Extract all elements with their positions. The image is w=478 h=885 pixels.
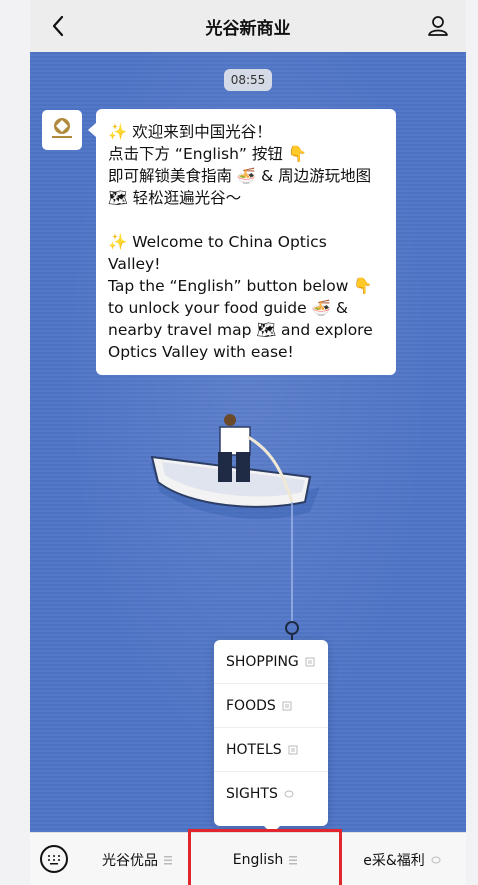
tab-label: e采&福利 [363, 852, 425, 869]
mini-program-icon [288, 745, 298, 755]
menu-lines-icon [164, 855, 172, 865]
mini-program-icon [282, 701, 292, 711]
message-time: 08:55 [224, 69, 272, 91]
menu-item-sights[interactable]: SIGHTS [214, 772, 328, 816]
menu-item-label: FOODS [226, 697, 276, 714]
menu-item-shopping[interactable]: SHOPPING [214, 640, 328, 684]
tab-ecai-fuli[interactable]: e采&福利 [338, 833, 466, 885]
keyboard-icon [48, 855, 60, 865]
person-icon [428, 16, 448, 36]
page-title: 光谷新商业 [205, 18, 291, 39]
menu-item-label: SIGHTS [226, 786, 278, 802]
chat-bubble-icon [284, 789, 294, 799]
chat-area: 08:55 ✨ 欢迎来到中国光谷！ 点击下方 “English” 按钮 👇 即可… [30, 52, 466, 834]
avatar[interactable] [42, 110, 82, 150]
tab-label: 光谷优品 [102, 852, 158, 869]
highlight-box [188, 829, 342, 885]
profile-button[interactable] [422, 10, 454, 42]
menu-item-foods[interactable]: FOODS [214, 684, 328, 728]
top-bar: 光谷新商业 [30, 0, 466, 52]
menu-item-label: SHOPPING [226, 653, 299, 670]
message-text-cn: ✨ 欢迎来到中国光谷！ 点击下方 “English” 按钮 👇 即可解锁美食指南… [108, 123, 372, 207]
message-bubble: ✨ 欢迎来到中国光谷！ 点击下方 “English” 按钮 👇 即可解锁美食指南… [88, 109, 396, 375]
chat-bubble-icon [431, 855, 441, 865]
tab-guanggu-youpin[interactable]: 光谷优品 [82, 833, 192, 885]
message-text-en: ✨ Welcome to China Optics Valley! Tap th… [108, 233, 373, 361]
brand-logo-icon [52, 118, 72, 138]
mini-program-icon [305, 657, 315, 667]
bottom-menu-bar: 光谷优品 English e采&福利 [30, 829, 466, 885]
phone-frame: 光谷新商业 08:55 ✨ 欢迎来到中国光谷！ 点击下方 “English” 按… [30, 0, 466, 885]
menu-item-hotels[interactable]: HOTELS [214, 728, 328, 772]
back-button[interactable] [42, 10, 74, 42]
keyboard-toggle-button[interactable] [40, 845, 68, 873]
menu-item-label: HOTELS [226, 741, 282, 758]
submenu-popup: SHOPPING FOODS HOTELS SIGHTS [214, 640, 328, 834]
chevron-left-icon [52, 15, 64, 37]
